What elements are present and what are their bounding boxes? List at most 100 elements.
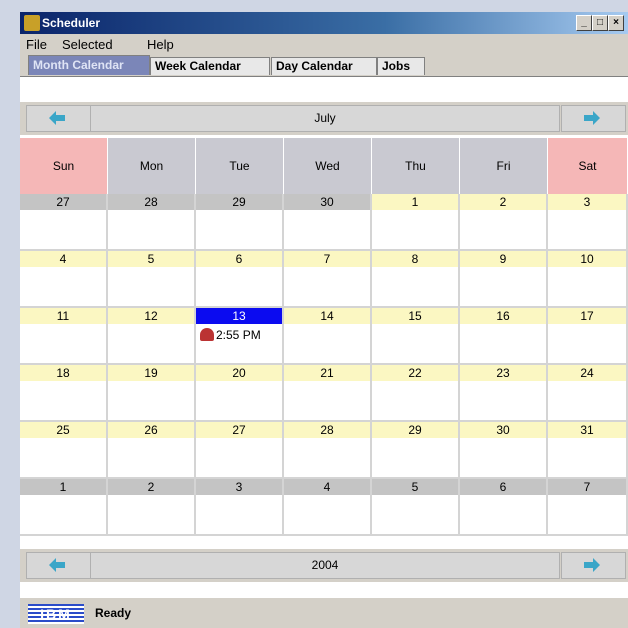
day-cell[interactable]: 3 bbox=[548, 194, 628, 251]
day-cell[interactable]: 1 bbox=[20, 479, 108, 536]
day-number: 26 bbox=[108, 422, 194, 438]
year-label: 2004 bbox=[90, 552, 560, 579]
day-cell[interactable]: 15 bbox=[372, 308, 460, 365]
day-cell[interactable]: 29 bbox=[196, 194, 284, 251]
day-number: 29 bbox=[372, 422, 458, 438]
tab-jobs[interactable]: Jobs bbox=[377, 57, 425, 75]
maximize-button[interactable]: □ bbox=[592, 15, 608, 31]
next-year-button[interactable] bbox=[561, 552, 626, 579]
day-number: 9 bbox=[460, 251, 546, 267]
day-number: 31 bbox=[548, 422, 626, 438]
day-number: 4 bbox=[284, 479, 370, 495]
day-number: 6 bbox=[196, 251, 282, 267]
day-header-fri: Fri bbox=[460, 138, 548, 194]
day-cell[interactable]: 23 bbox=[460, 365, 548, 422]
day-number: 3 bbox=[196, 479, 282, 495]
day-number: 1 bbox=[20, 479, 106, 495]
day-cell[interactable]: 14 bbox=[284, 308, 372, 365]
day-cell[interactable]: 4 bbox=[284, 479, 372, 536]
right-arrow-icon bbox=[584, 111, 600, 125]
day-cell[interactable]: 29 bbox=[372, 422, 460, 479]
day-cell[interactable]: 5 bbox=[108, 251, 196, 308]
prev-year-button[interactable] bbox=[26, 552, 91, 579]
calendar-event[interactable]: 2:55 PM bbox=[200, 328, 282, 344]
day-cell[interactable]: 8 bbox=[372, 251, 460, 308]
right-arrow-icon bbox=[584, 558, 600, 572]
day-cell[interactable]: 24 bbox=[548, 365, 628, 422]
day-cell[interactable]: 10 bbox=[548, 251, 628, 308]
day-number: 21 bbox=[284, 365, 370, 381]
day-cell[interactable]: 27 bbox=[20, 194, 108, 251]
day-cell[interactable]: 9 bbox=[460, 251, 548, 308]
day-cell[interactable]: 3 bbox=[196, 479, 284, 536]
year-nav: 2004 bbox=[20, 549, 628, 582]
status-bar: IBM Ready bbox=[20, 597, 628, 628]
day-number: 12 bbox=[108, 308, 194, 324]
day-number: 2 bbox=[460, 194, 546, 210]
day-cell[interactable]: 27 bbox=[196, 422, 284, 479]
month-nav: July bbox=[20, 102, 628, 135]
prev-month-button[interactable] bbox=[26, 105, 91, 132]
next-month-button[interactable] bbox=[561, 105, 626, 132]
menu-bar: File Selected Help bbox=[20, 34, 628, 54]
day-number: 16 bbox=[460, 308, 546, 324]
day-header-mon: Mon bbox=[108, 138, 196, 194]
day-cell[interactable]: 13 2:55 PM bbox=[196, 308, 284, 365]
day-number: 7 bbox=[284, 251, 370, 267]
day-number: 5 bbox=[108, 251, 194, 267]
month-label: July bbox=[90, 105, 560, 132]
day-cell[interactable]: 28 bbox=[284, 422, 372, 479]
day-cell[interactable]: 25 bbox=[20, 422, 108, 479]
day-number: 28 bbox=[108, 194, 194, 210]
day-cell[interactable]: 6 bbox=[460, 479, 548, 536]
day-number: 10 bbox=[548, 251, 626, 267]
day-cell[interactable]: 28 bbox=[108, 194, 196, 251]
close-button[interactable]: × bbox=[608, 15, 624, 31]
title-bar: Scheduler _ □ × bbox=[20, 12, 628, 34]
day-cell[interactable]: 6 bbox=[196, 251, 284, 308]
day-cell[interactable]: 12 bbox=[108, 308, 196, 365]
day-cell[interactable]: 19 bbox=[108, 365, 196, 422]
day-number: 30 bbox=[460, 422, 546, 438]
tab-week-calendar[interactable]: Week Calendar bbox=[150, 57, 270, 75]
day-number: 18 bbox=[20, 365, 106, 381]
menu-file[interactable]: File bbox=[26, 37, 47, 52]
day-cell[interactable]: 11 bbox=[20, 308, 108, 365]
day-number: 15 bbox=[372, 308, 458, 324]
day-number: 4 bbox=[20, 251, 106, 267]
day-cell[interactable]: 18 bbox=[20, 365, 108, 422]
day-number: 11 bbox=[20, 308, 106, 324]
day-cell[interactable]: 7 bbox=[548, 479, 628, 536]
job-icon bbox=[200, 328, 214, 341]
app-icon bbox=[24, 15, 40, 31]
status-text: Ready bbox=[95, 606, 132, 620]
menu-help[interactable]: Help bbox=[147, 37, 174, 52]
minimize-button[interactable]: _ bbox=[576, 15, 592, 31]
day-cell[interactable]: 2 bbox=[108, 479, 196, 536]
day-cell[interactable]: 16 bbox=[460, 308, 548, 365]
day-cell[interactable]: 7 bbox=[284, 251, 372, 308]
day-number: 5 bbox=[372, 479, 458, 495]
day-cell[interactable]: 26 bbox=[108, 422, 196, 479]
day-cell[interactable]: 5 bbox=[372, 479, 460, 536]
day-number: 24 bbox=[548, 365, 626, 381]
day-number: 1 bbox=[372, 194, 458, 210]
scheduler-window: Scheduler _ □ × File Selected Help Month… bbox=[20, 12, 628, 628]
day-cell[interactable]: 2 bbox=[460, 194, 548, 251]
day-cell[interactable]: 30 bbox=[284, 194, 372, 251]
day-number: 3 bbox=[548, 194, 626, 210]
menu-selected[interactable]: Selected bbox=[62, 37, 113, 52]
day-cell[interactable]: 1 bbox=[372, 194, 460, 251]
day-cell[interactable]: 20 bbox=[196, 365, 284, 422]
tab-month-calendar[interactable]: Month Calendar bbox=[28, 55, 150, 75]
day-cell[interactable]: 30 bbox=[460, 422, 548, 479]
day-cell[interactable]: 4 bbox=[20, 251, 108, 308]
day-number: 28 bbox=[284, 422, 370, 438]
day-number: 22 bbox=[372, 365, 458, 381]
day-cell[interactable]: 22 bbox=[372, 365, 460, 422]
day-cell[interactable]: 21 bbox=[284, 365, 372, 422]
tab-day-calendar[interactable]: Day Calendar bbox=[271, 57, 377, 75]
day-cell[interactable]: 31 bbox=[548, 422, 628, 479]
day-cell[interactable]: 17 bbox=[548, 308, 628, 365]
day-header-sun: Sun bbox=[20, 138, 108, 194]
